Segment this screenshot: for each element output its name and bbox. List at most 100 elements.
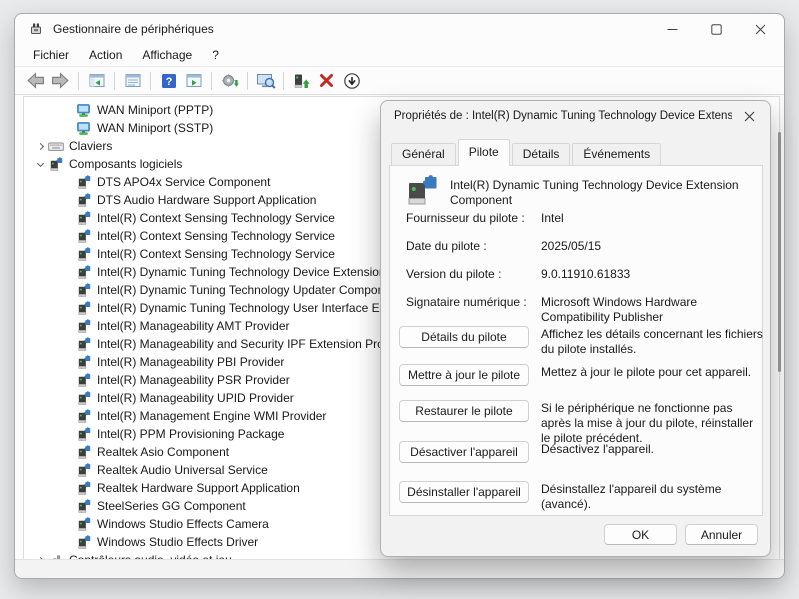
software-component-icon <box>76 517 92 532</box>
properties-dialog: Propriétés de : Intel(R) Dynamic Tuning … <box>380 100 771 557</box>
software-component-icon <box>76 283 92 298</box>
close-button[interactable] <box>738 14 782 44</box>
tree-item-label: Intel(R) Context Sensing Technology Serv… <box>97 211 335 225</box>
tree-scrollbar-thumb[interactable] <box>778 132 781 372</box>
update-driver-button[interactable]: Mettre à jour le pilote <box>399 364 529 386</box>
tree-item-label: SteelSeries GG Component <box>97 499 246 513</box>
cancel-button[interactable]: Annuler <box>685 524 758 545</box>
roll-back-driver-button[interactable]: Restaurer le pilote <box>399 400 529 422</box>
console-tree-button[interactable] <box>85 69 108 92</box>
action-description: Affichez les détails concernant les fich… <box>541 327 763 357</box>
scan-hardware-changes-icon <box>256 72 276 90</box>
field-value: Intel <box>541 211 759 239</box>
tree-item-label: DTS Audio Hardware Support Application <box>97 193 316 207</box>
update-driver-icon <box>221 72 239 90</box>
dialog-titlebar: Propriétés de : Intel(R) Dynamic Tuning … <box>381 101 770 131</box>
tree-item-label: Intel(R) Manageability PBI Provider <box>97 355 284 369</box>
expander-slot <box>32 192 48 208</box>
uninstall-button[interactable] <box>315 69 338 92</box>
tab-evenements[interactable]: Événements <box>572 143 661 165</box>
menu-bar: FichierActionAffichage? <box>15 44 784 67</box>
field-value: Microsoft Windows Hardware Compatibility… <box>541 295 759 323</box>
tree-item-label: Intel(R) Manageability and Security IPF … <box>97 337 410 351</box>
tab-pilote[interactable]: Pilote <box>458 139 510 166</box>
tree-item-label: Claviers <box>69 139 112 153</box>
driver-field: Version du pilote :9.0.11910.61833 <box>406 267 759 295</box>
driver-field: Fournisseur du pilote :Intel <box>406 211 759 239</box>
expand-chevron-icon[interactable] <box>36 142 43 149</box>
expander-slot <box>32 336 48 352</box>
tree-item-label: Intel(R) Manageability UPID Provider <box>97 391 294 405</box>
tree-item-label: DTS APO4x Service Component <box>97 175 270 189</box>
menu-item[interactable]: Action <box>79 45 132 65</box>
tree-item-label: Composants logiciels <box>69 157 182 171</box>
software-component-icon <box>76 211 92 226</box>
expander-slot <box>32 318 48 334</box>
menu-item[interactable]: Fichier <box>23 45 79 65</box>
export-list-button[interactable] <box>182 69 205 92</box>
back-button[interactable] <box>24 69 47 92</box>
software-component-icon <box>76 499 92 514</box>
scan-hardware-changes-button[interactable] <box>254 69 277 92</box>
device-header: Intel(R) Dynamic Tuning Technology Devic… <box>404 175 756 209</box>
tree-item-label: WAN Miniport (SSTP) <box>97 121 213 135</box>
expander-slot <box>32 228 48 244</box>
tab-general[interactable]: Général <box>391 143 456 165</box>
dialog-footer: OK Annuler <box>604 524 758 545</box>
menu-item[interactable]: ? <box>202 45 229 65</box>
expander-slot <box>32 300 48 316</box>
minimize-button[interactable] <box>650 14 694 44</box>
tab-details[interactable]: Détails <box>512 143 571 165</box>
help-button[interactable]: ? <box>157 69 180 92</box>
forward-button[interactable] <box>49 69 72 92</box>
uninstall-icon <box>318 72 335 89</box>
help-icon: ? <box>160 72 178 90</box>
toolbar-separator <box>247 72 248 90</box>
tree-item-label: Windows Studio Effects Camera <box>97 517 269 531</box>
software-component-icon <box>76 229 92 244</box>
driver-details-button[interactable]: Détails du pilote <box>399 326 529 348</box>
action-description: Désactivez l'appareil. <box>541 442 763 457</box>
action-description: Mettez à jour le pilote pour cet apparei… <box>541 365 763 380</box>
maximize-button[interactable] <box>694 14 738 44</box>
driver-software-icon <box>292 72 311 90</box>
menu-item[interactable]: Affichage <box>132 45 202 65</box>
expander-slot <box>32 408 48 424</box>
tree-item-label: WAN Miniport (PPTP) <box>97 103 213 117</box>
software-component-icon <box>76 247 92 262</box>
window-footer <box>15 559 784 578</box>
expander-slot <box>32 156 48 172</box>
expander-slot <box>32 102 48 118</box>
software-component-icon <box>76 193 92 208</box>
driver-software-button[interactable] <box>290 69 313 92</box>
uninstall-device-button[interactable]: Désinstaller l'appareil <box>399 481 529 503</box>
expander-slot <box>32 498 48 514</box>
close-icon <box>755 24 766 35</box>
driver-fields: Fournisseur du pilote :IntelDate du pilo… <box>406 211 759 323</box>
software-component-icon <box>76 373 92 388</box>
software-component-icon <box>76 265 92 280</box>
dialog-title: Propriétés de : Intel(R) Dynamic Tuning … <box>394 110 732 122</box>
software-component-icon <box>76 337 92 352</box>
disable-button[interactable] <box>340 69 363 92</box>
svg-text:?: ? <box>165 76 172 88</box>
dialog-close-button[interactable] <box>732 103 766 129</box>
dialog-tabs: GénéralPiloteDétailsÉvénements <box>391 138 663 165</box>
software-component-icon <box>76 409 92 424</box>
tree-item-label: Windows Studio Effects Driver <box>97 535 258 549</box>
disable-device-button[interactable]: Désactiver l'appareil <box>399 441 529 463</box>
collapse-chevron-icon[interactable] <box>36 159 43 166</box>
expander-slot <box>32 264 48 280</box>
update-driver-button[interactable] <box>218 69 241 92</box>
toolbar-separator <box>78 72 79 90</box>
toolbar-separator <box>283 72 284 90</box>
disable-icon <box>343 72 361 90</box>
expander-slot <box>32 354 48 370</box>
properties-button[interactable] <box>121 69 144 92</box>
software-component-icon <box>76 427 92 442</box>
expander-slot <box>32 120 48 136</box>
minimize-icon <box>667 24 678 35</box>
software-component-icon <box>404 175 440 209</box>
field-label: Fournisseur du pilote : <box>406 211 541 239</box>
ok-button[interactable]: OK <box>604 524 677 545</box>
